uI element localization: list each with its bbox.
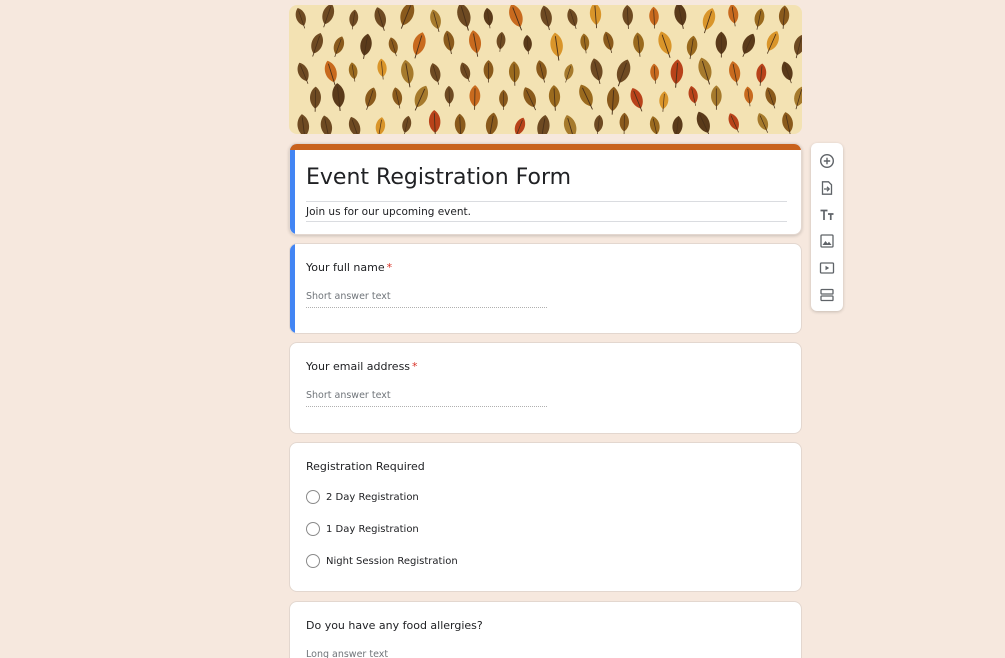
option-label: 2 Day Registration <box>326 491 419 503</box>
import-questions-button[interactable] <box>817 178 837 198</box>
add-section-button[interactable] <box>817 285 837 305</box>
question-card-full-name[interactable]: Your full name * Short answer text <box>289 243 802 334</box>
radio-option[interactable]: 2 Day Registration <box>306 489 419 505</box>
add-question-button[interactable] <box>817 151 837 171</box>
question-card-allergies[interactable]: Do you have any food allergies? Long ans… <box>289 601 802 658</box>
import-questions-icon <box>821 181 833 195</box>
question-title: Your email address * <box>306 360 418 373</box>
form-description[interactable]: Join us for our upcoming event. <box>306 205 787 222</box>
question-title: Your full name * <box>306 261 393 274</box>
question-card-email[interactable]: Your email address * Short answer text <box>289 342 802 434</box>
add-video-button[interactable] <box>817 258 837 278</box>
long-answer-field[interactable]: Long answer text <box>306 649 388 658</box>
radio-button[interactable] <box>306 490 320 504</box>
form-title-card[interactable]: Event Registration Form Join us for our … <box>289 143 802 235</box>
header-banner-image <box>289 5 802 134</box>
option-label: Night Session Registration <box>326 555 458 567</box>
add-section-icon <box>820 288 834 302</box>
add-image-button[interactable] <box>817 231 837 251</box>
question-title: Do you have any food allergies? <box>306 619 483 632</box>
radio-option[interactable]: Night Session Registration <box>306 553 458 569</box>
question-title: Registration Required <box>306 460 425 473</box>
add-image-icon <box>820 234 834 248</box>
question-card-registration[interactable]: Registration Required 2 Day Registration… <box>289 442 802 592</box>
floating-toolbar <box>811 143 843 311</box>
short-answer-field[interactable]: Short answer text <box>306 291 547 308</box>
radio-button[interactable] <box>306 554 320 568</box>
option-label: 1 Day Registration <box>326 523 419 535</box>
radio-button[interactable] <box>306 522 320 536</box>
add-title-icon <box>820 209 834 220</box>
required-asterisk: * <box>386 261 393 274</box>
add-title-button[interactable] <box>817 205 837 225</box>
add-video-icon <box>819 262 835 274</box>
form-title[interactable]: Event Registration Form <box>306 164 787 202</box>
theme-color-bar <box>290 144 801 150</box>
required-asterisk: * <box>412 360 418 373</box>
short-answer-field[interactable]: Short answer text <box>306 390 547 407</box>
add-question-icon <box>819 153 835 169</box>
radio-option[interactable]: 1 Day Registration <box>306 521 419 537</box>
